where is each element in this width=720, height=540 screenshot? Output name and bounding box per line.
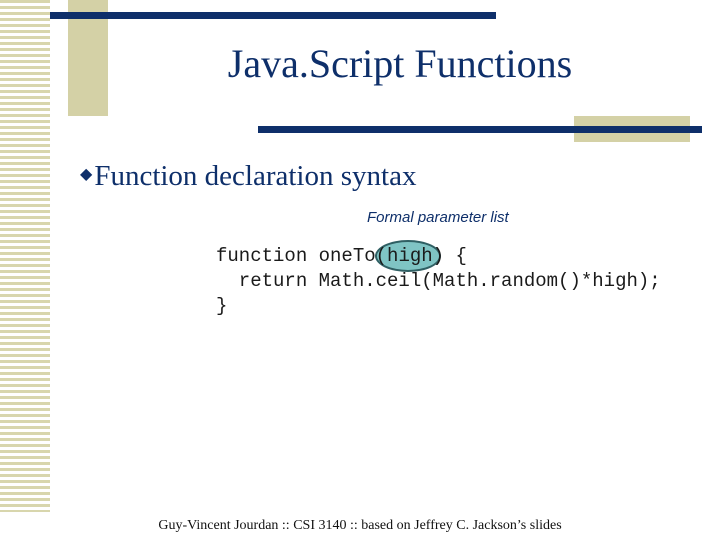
- top-accent-bar: [50, 12, 496, 19]
- code-line1-suffix: {: [444, 245, 467, 267]
- code-block: function oneTo(high) { return Math.ceil(…: [216, 244, 661, 319]
- code-line1-param: (high): [375, 245, 445, 267]
- code-line1-prefix: function oneTo: [216, 245, 376, 267]
- annotation-label: Formal parameter list: [367, 209, 509, 226]
- bullet-text: Function declaration syntax: [94, 160, 417, 192]
- diamond-bullet-icon: ◆: [80, 166, 93, 183]
- bullet-item: ◆Function declaration syntax: [80, 160, 416, 193]
- code-line2: return Math.ceil(Math.random()*high);: [216, 270, 661, 292]
- slide-title: Java.Script Functions: [227, 41, 573, 86]
- code-line3: }: [216, 295, 228, 317]
- left-striped-margin: [0, 0, 50, 512]
- mid-accent-bar: [258, 126, 702, 133]
- slide-footer: Guy-Vincent Jourdan :: CSI 3140 :: based…: [158, 518, 562, 533]
